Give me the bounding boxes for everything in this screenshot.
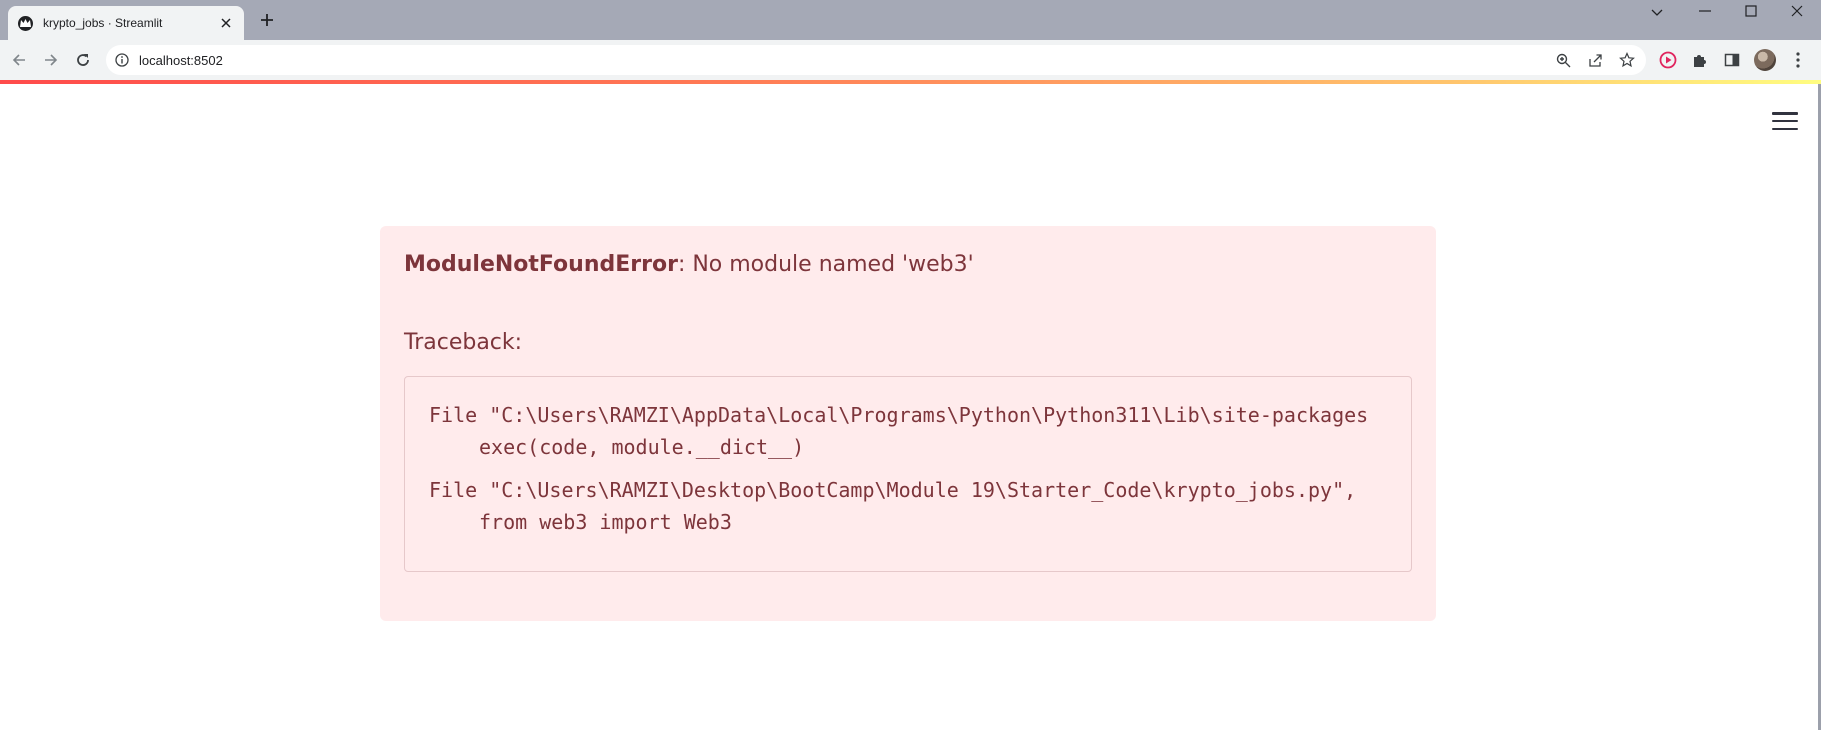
traceback-code-line: exec(code, module.__dict__) xyxy=(479,435,805,459)
traceback-code-block: File "C:\Users\RAMZI\AppData\Local\Progr… xyxy=(404,376,1412,572)
close-icon[interactable] xyxy=(218,15,234,31)
zoom-icon[interactable] xyxy=(1555,52,1571,68)
streamlit-crown-icon xyxy=(18,15,33,31)
traceback-file-line: File "C:\Users\RAMZI\AppData\Local\Progr… xyxy=(429,403,1369,427)
puzzle-icon[interactable] xyxy=(1691,51,1709,69)
arrow-left-icon[interactable] xyxy=(9,50,29,70)
arrow-right-icon[interactable] xyxy=(41,50,61,70)
side-panel-icon[interactable] xyxy=(1723,51,1741,69)
reload-icon[interactable] xyxy=(73,50,93,70)
error-type: ModuleNotFoundError xyxy=(404,252,678,277)
error-alert: ModuleNotFoundError: No module named 'we… xyxy=(380,226,1436,621)
streamlit-decoration-bar xyxy=(0,80,1821,84)
browser-tab[interactable]: krypto_jobs · Streamlit xyxy=(8,6,244,40)
star-icon[interactable] xyxy=(1619,52,1635,68)
traceback-code-line: from web3 import Web3 xyxy=(479,510,732,534)
traceback-file-line: File "C:\Users\RAMZI\Desktop\BootCamp\Mo… xyxy=(429,478,1357,502)
minimize-icon[interactable] xyxy=(1682,0,1728,22)
record-icon[interactable] xyxy=(1659,51,1677,69)
browser-toolbar: localhost:8502 xyxy=(0,40,1821,80)
info-icon[interactable] xyxy=(115,53,129,67)
error-heading: ModuleNotFoundError: No module named 'we… xyxy=(404,252,974,277)
plus-icon[interactable] xyxy=(258,11,276,29)
browser-titlebar: krypto_jobs · Streamlit xyxy=(0,0,1821,40)
window-close-icon[interactable] xyxy=(1774,0,1820,22)
share-icon[interactable] xyxy=(1587,52,1603,68)
maximize-icon[interactable] xyxy=(1728,0,1774,22)
hamburger-icon[interactable] xyxy=(1772,110,1798,132)
profile-avatar[interactable] xyxy=(1754,49,1776,71)
address-bar[interactable]: localhost:8502 xyxy=(106,45,1646,75)
traceback-label: Traceback: xyxy=(404,330,523,355)
tab-search-chevron-down-icon[interactable] xyxy=(1634,2,1680,24)
url-text: localhost:8502 xyxy=(139,53,223,68)
tab-title: krypto_jobs · Streamlit xyxy=(43,16,163,30)
vertical-dots-icon[interactable] xyxy=(1789,51,1807,69)
error-message: : No module named 'web3' xyxy=(677,252,974,277)
